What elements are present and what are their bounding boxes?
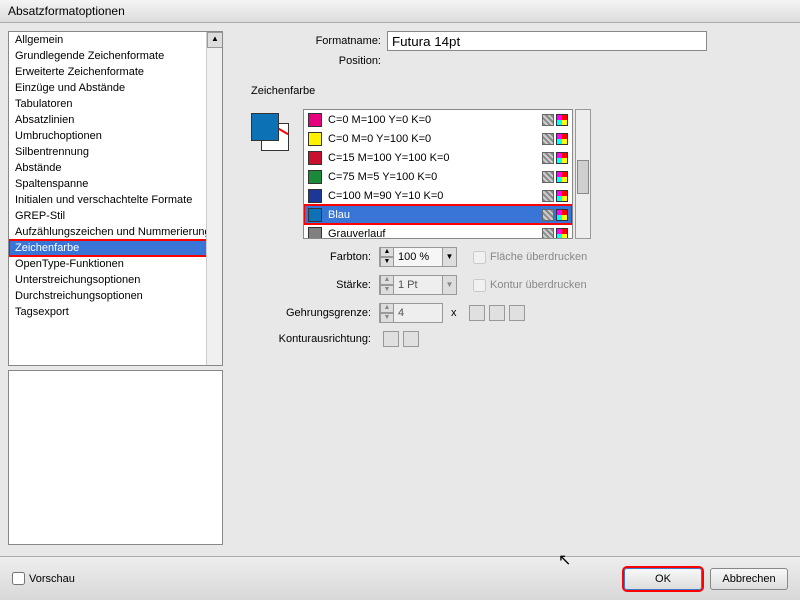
- color-swatch-row[interactable]: C=15 M=100 Y=100 K=0: [304, 148, 572, 167]
- sidebar-item[interactable]: Initialen und verschachtelte Formate: [9, 192, 222, 208]
- align-center-icon[interactable]: [383, 331, 399, 347]
- swatch-type-icon: [542, 209, 554, 221]
- color-mode-icon: [556, 209, 568, 221]
- miter-value: [394, 307, 442, 319]
- swatch-type-icon: [542, 152, 554, 164]
- sidebar-item[interactable]: Silbentrennung: [9, 144, 222, 160]
- formatname-input[interactable]: [387, 31, 707, 51]
- sidebar-item[interactable]: Erweiterte Zeichenformate: [9, 64, 222, 80]
- tint-dropdown-icon[interactable]: ▼: [442, 248, 456, 266]
- color-swatch-row[interactable]: C=75 M=5 Y=100 K=0: [304, 167, 572, 186]
- formatname-label: Formatname:: [251, 35, 381, 47]
- sidebar-item[interactable]: Tagsexport: [9, 304, 222, 320]
- join-miter-icon[interactable]: [469, 305, 485, 321]
- color-swatch-row[interactable]: C=0 M=100 Y=0 K=0: [304, 110, 572, 129]
- sidebar-item[interactable]: Umbruchoptionen: [9, 128, 222, 144]
- section-title: Zeichenfarbe: [251, 85, 780, 97]
- overprint-fill-checkbox: Fläche überdrucken: [473, 251, 587, 264]
- swatch-type-icon: [542, 133, 554, 145]
- sidebar-item[interactable]: Aufzählungszeichen und Nummerierung: [9, 224, 222, 240]
- swatch-type-icon: [542, 114, 554, 126]
- color-mode-icon: [556, 190, 568, 202]
- sidebar-item[interactable]: Unterstreichungsoptionen: [9, 272, 222, 288]
- miter-spinner: ▲▼: [379, 303, 443, 323]
- align-inside-icon[interactable]: [403, 331, 419, 347]
- fill-stroke-proxy[interactable]: [251, 113, 289, 151]
- sidebar-scrollbar[interactable]: ▲: [206, 32, 222, 365]
- scroll-up-icon[interactable]: ▲: [207, 32, 223, 48]
- color-mode-icon: [556, 133, 568, 145]
- cancel-button[interactable]: Abbrechen: [710, 568, 788, 590]
- color-swatch-row[interactable]: Blau: [304, 205, 572, 224]
- sidebar-item[interactable]: Zeichenfarbe: [9, 240, 222, 256]
- position-label: Position:: [251, 55, 381, 67]
- sidebar-item[interactable]: Allgemein: [9, 32, 222, 48]
- tint-value[interactable]: [394, 251, 442, 263]
- stroke-align-label: Konturausrichtung:: [251, 333, 371, 345]
- stroke-label: Stärke:: [251, 279, 371, 291]
- color-mode-icon: [556, 171, 568, 183]
- swatch-type-icon: [542, 228, 554, 240]
- miter-label: Gehrungsgrenze:: [251, 307, 371, 319]
- color-mode-icon: [556, 152, 568, 164]
- join-bevel-icon[interactable]: [509, 305, 525, 321]
- color-list[interactable]: C=0 M=100 Y=0 K=0C=0 M=0 Y=100 K=0C=15 M…: [303, 109, 573, 239]
- color-swatch-row[interactable]: Grauverlauf: [304, 224, 572, 239]
- color-mode-icon: [556, 228, 568, 240]
- preview-checkbox[interactable]: Vorschau: [12, 572, 75, 585]
- join-round-icon[interactable]: [489, 305, 505, 321]
- sidebar-item[interactable]: Einzüge und Abstände: [9, 80, 222, 96]
- overprint-stroke-checkbox: Kontur überdrucken: [473, 279, 587, 292]
- preview-area: [8, 370, 223, 545]
- sidebar-item[interactable]: Absatzlinien: [9, 112, 222, 128]
- ok-button[interactable]: OK: [624, 568, 702, 590]
- color-scrollbar[interactable]: [575, 109, 591, 239]
- tint-spinner[interactable]: ▲▼ ▼: [379, 247, 457, 267]
- swatch-type-icon: [542, 190, 554, 202]
- tint-label: Farbton:: [251, 251, 371, 263]
- dialog-footer: Vorschau OK Abbrechen: [0, 556, 800, 600]
- sidebar-item[interactable]: GREP-Stil: [9, 208, 222, 224]
- sidebar-item[interactable]: Abstände: [9, 160, 222, 176]
- sidebar-item[interactable]: OpenType-Funktionen: [9, 256, 222, 272]
- sidebar-item[interactable]: Grundlegende Zeichenformate: [9, 48, 222, 64]
- sidebar-item[interactable]: Spaltenspanne: [9, 176, 222, 192]
- dialog-title: Absatzformatoptionen: [0, 0, 800, 23]
- stroke-spinner: ▲▼ ▼: [379, 275, 457, 295]
- sidebar-item[interactable]: Durchstreichungsoptionen: [9, 288, 222, 304]
- stroke-value: [394, 279, 442, 291]
- swatch-type-icon: [542, 171, 554, 183]
- miter-suffix: x: [451, 307, 457, 319]
- color-mode-icon: [556, 114, 568, 126]
- color-swatch-row[interactable]: C=0 M=0 Y=100 K=0: [304, 129, 572, 148]
- sidebar-item[interactable]: Tabulatoren: [9, 96, 222, 112]
- sidebar-categories[interactable]: AllgemeinGrundlegende ZeichenformateErwe…: [8, 31, 223, 366]
- color-swatch-row[interactable]: C=100 M=90 Y=10 K=0: [304, 186, 572, 205]
